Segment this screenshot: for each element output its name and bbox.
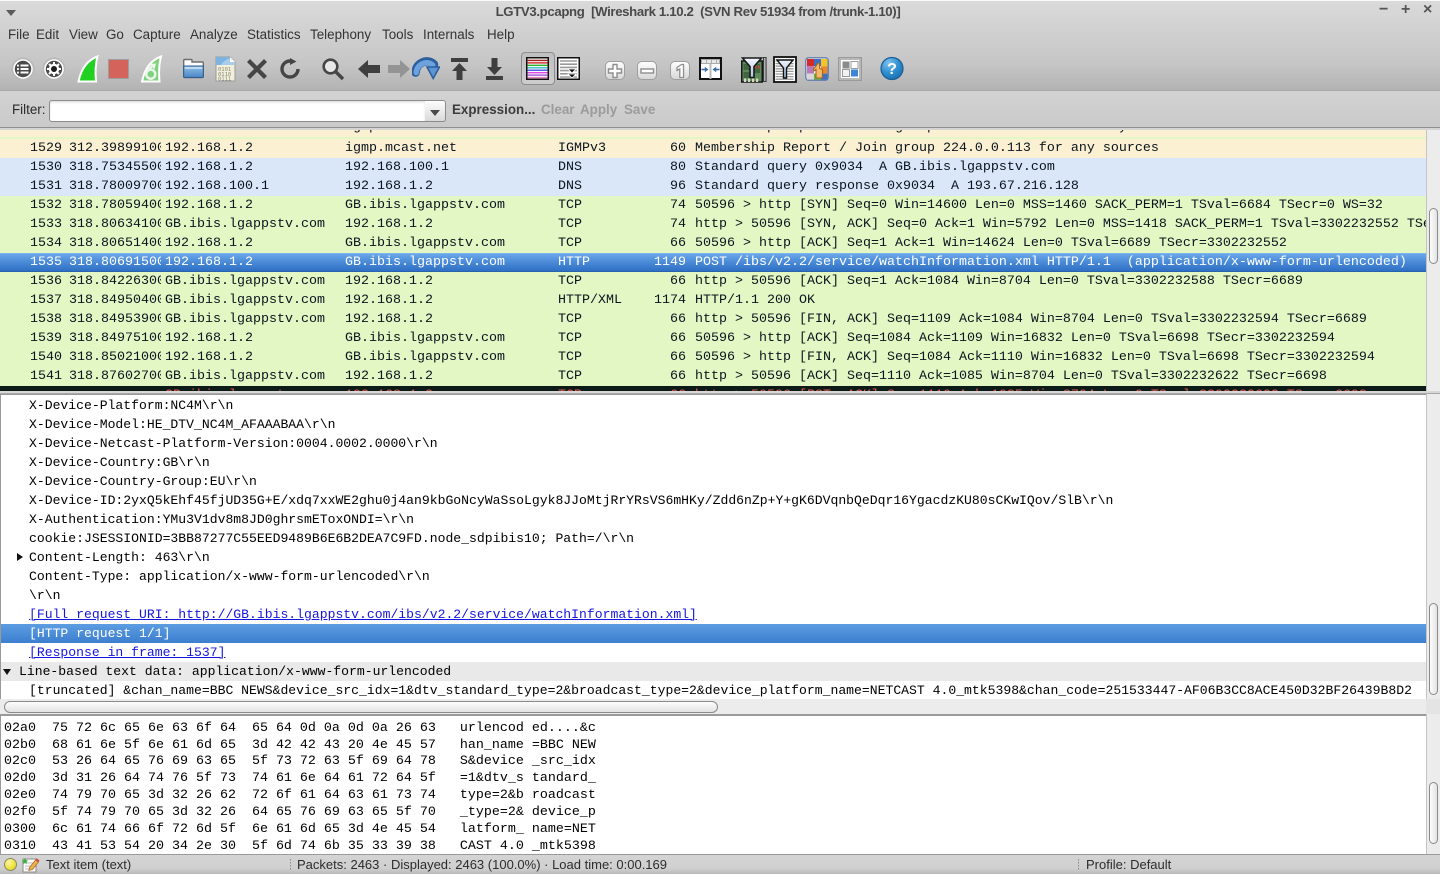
svg-text:?: ? xyxy=(887,61,897,78)
svg-text:0111: 0111 xyxy=(218,77,231,83)
